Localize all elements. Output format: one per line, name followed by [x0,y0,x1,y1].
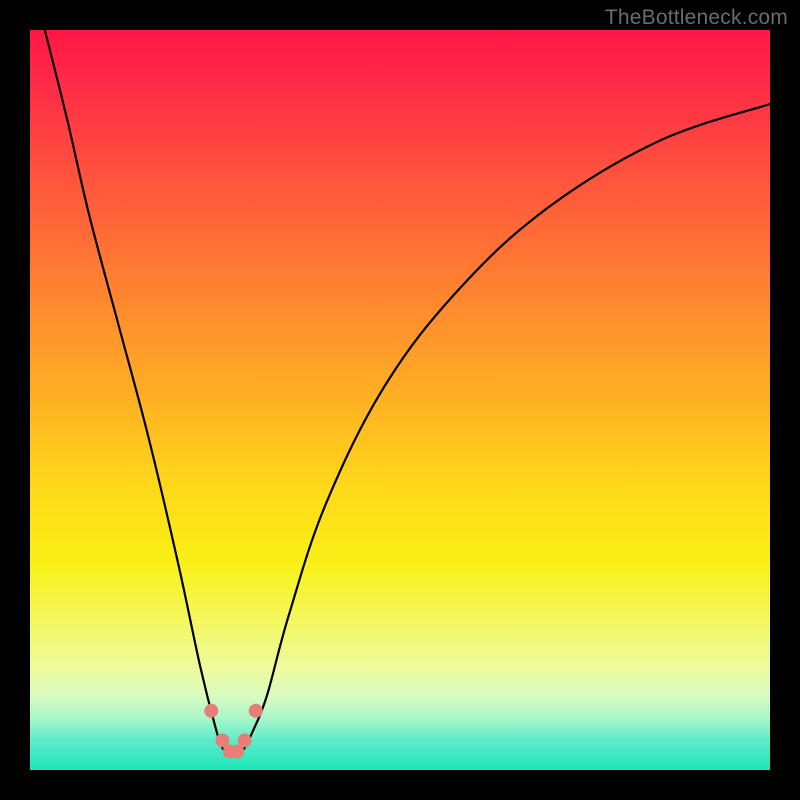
watermark-text: TheBottleneck.com [605,6,788,30]
bottleneck-curve-svg [30,30,770,770]
minimum-marker [238,733,252,747]
minimum-marker [204,704,218,718]
plot-area [30,30,770,770]
chart-frame: TheBottleneck.com [0,0,800,800]
bottleneck-curve [45,30,770,756]
minimum-marker [249,704,263,718]
